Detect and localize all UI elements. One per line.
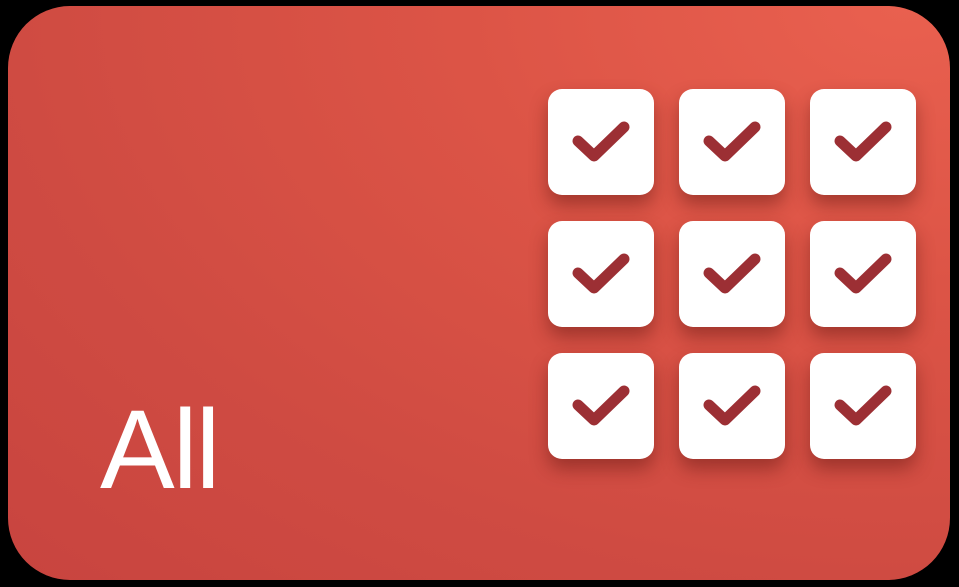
checkmark-icon xyxy=(572,121,630,162)
checkbox-tile xyxy=(679,221,785,327)
checkbox-tile xyxy=(810,89,916,195)
checkbox-tile xyxy=(810,353,916,459)
card-title: All xyxy=(100,387,220,512)
checkmark-icon xyxy=(703,253,761,294)
checkbox-grid xyxy=(548,89,916,459)
all-category-card[interactable]: All xyxy=(8,6,950,580)
checkbox-tile xyxy=(548,89,654,195)
checkmark-icon xyxy=(703,121,761,162)
checkmark-icon xyxy=(834,385,892,426)
checkbox-tile xyxy=(548,221,654,327)
checkmark-icon xyxy=(834,253,892,294)
checkmark-icon xyxy=(572,253,630,294)
checkmark-icon xyxy=(703,385,761,426)
checkbox-tile xyxy=(810,221,916,327)
checkmark-icon xyxy=(834,121,892,162)
checkmark-icon xyxy=(572,385,630,426)
checkbox-tile xyxy=(679,89,785,195)
checkbox-tile xyxy=(679,353,785,459)
checkbox-tile xyxy=(548,353,654,459)
